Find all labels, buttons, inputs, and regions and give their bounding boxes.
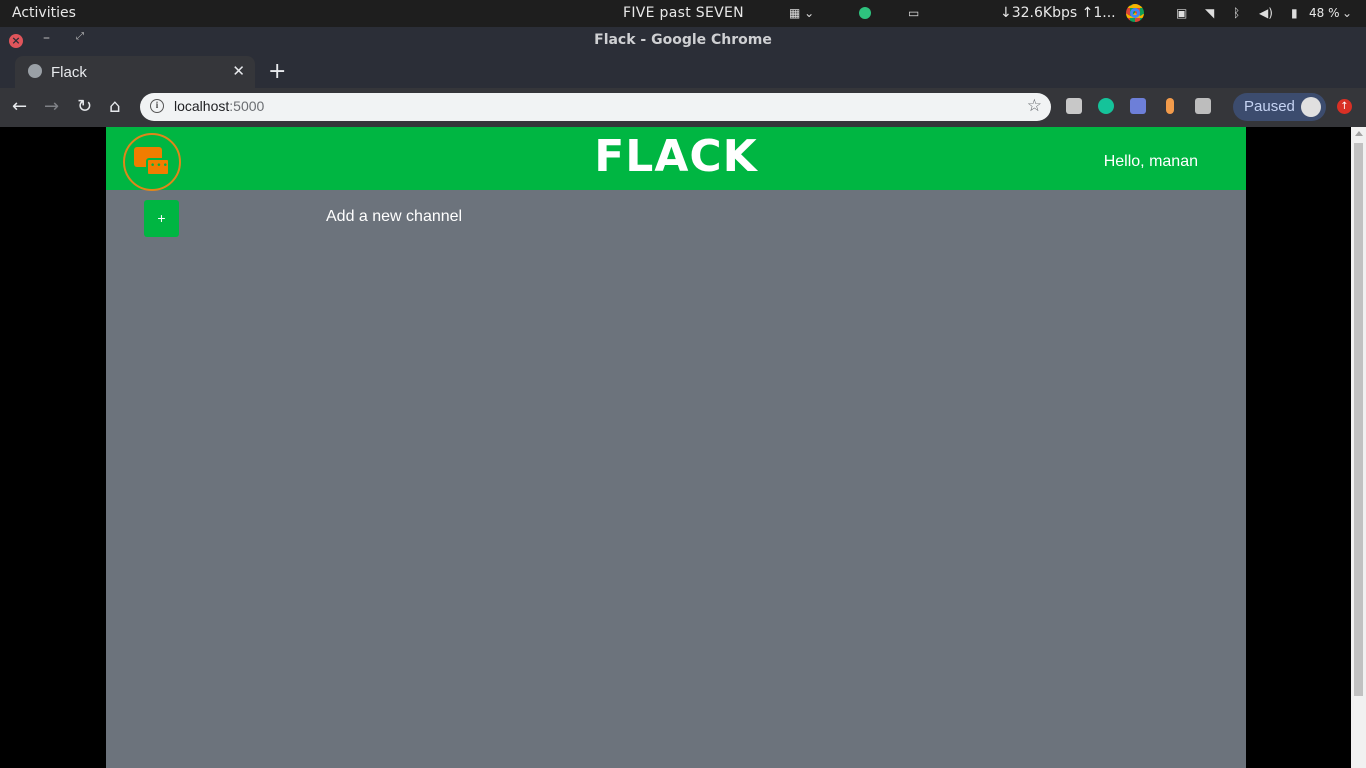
extension-layout-icon[interactable]: [1195, 98, 1211, 114]
wifi-icon[interactable]: ◥: [1205, 4, 1214, 22]
update-arrow-icon[interactable]: ↑: [1337, 99, 1352, 114]
reload-icon[interactable]: ↻: [77, 96, 92, 117]
chrome-tray-icon[interactable]: [1126, 4, 1144, 22]
site-info-icon[interactable]: i: [150, 99, 164, 113]
window-title: Flack - Google Chrome: [594, 32, 772, 48]
window-title-bar: × – ⤢ Flack - Google Chrome: [0, 27, 1366, 55]
app-brand-title: FLACK: [594, 131, 758, 182]
add-channel-button[interactable]: +: [144, 200, 179, 237]
profile-paused-button[interactable]: Paused: [1233, 93, 1326, 121]
add-channel-label: Add a new channel: [326, 208, 463, 225]
status-indicator-icon[interactable]: [859, 4, 871, 22]
forward-arrow-icon[interactable]: →: [44, 96, 59, 117]
translate-icon[interactable]: [1130, 98, 1146, 114]
bookmark-star-icon[interactable]: ☆: [1027, 96, 1042, 116]
tab-strip: Flack ✕ +: [0, 55, 1366, 88]
extension-blocker-icon[interactable]: [1066, 98, 1082, 114]
battery-icon[interactable]: ▮: [1291, 4, 1298, 22]
activities-button[interactable]: Activities: [12, 5, 76, 21]
address-bar[interactable]: i localhost:5000 ☆: [140, 93, 1051, 121]
battery-percentage[interactable]: 48 %: [1309, 6, 1340, 20]
system-top-bar: Activities FIVE past SEVEN ▦ ⌄ ▭ ↓32.6Kb…: [0, 0, 1366, 27]
user-greeting: Hello, manan: [1103, 153, 1198, 170]
globe-icon: [28, 64, 42, 78]
display-icon[interactable]: ▭: [908, 4, 919, 22]
profile-status: Paused: [1244, 98, 1295, 115]
flack-page: ••• FLACK Hello, manan + Add a new chann…: [106, 127, 1246, 768]
cast-icon[interactable]: ▣: [1176, 4, 1187, 22]
page-scrollbar[interactable]: [1351, 127, 1366, 768]
browser-toolbar: ← → ↻ ⌂ i localhost:5000 ☆ Paused ↑: [0, 88, 1366, 127]
url-text[interactable]: localhost:5000: [174, 98, 264, 114]
tab-flack[interactable]: Flack ✕: [15, 56, 255, 88]
new-tab-icon[interactable]: +: [268, 59, 286, 84]
grammarly-icon[interactable]: [1098, 98, 1114, 114]
home-icon[interactable]: ⌂: [109, 96, 120, 117]
tab-title: Flack: [51, 64, 87, 81]
system-menu-chevron-icon[interactable]: ⌄: [1342, 4, 1352, 22]
tab-close-icon[interactable]: ✕: [232, 62, 245, 80]
system-clock[interactable]: FIVE past SEVEN: [623, 5, 744, 21]
volume-icon[interactable]: ◀): [1259, 4, 1273, 22]
app-navbar: ••• FLACK Hello, manan: [106, 127, 1246, 191]
scroll-up-icon[interactable]: [1355, 131, 1363, 136]
scrollbar-thumb[interactable]: [1354, 143, 1363, 696]
apps-grid-icon[interactable]: ▦ ⌄: [789, 4, 814, 22]
back-arrow-icon[interactable]: ←: [12, 96, 27, 117]
extension-dropper-icon[interactable]: [1166, 98, 1174, 114]
browser-viewport: ••• FLACK Hello, manan + Add a new chann…: [0, 127, 1366, 768]
bluetooth-icon[interactable]: ᛒ: [1233, 4, 1240, 22]
avatar: [1301, 97, 1321, 117]
network-speed[interactable]: ↓32.6Kbps ↑1...: [1000, 5, 1116, 21]
